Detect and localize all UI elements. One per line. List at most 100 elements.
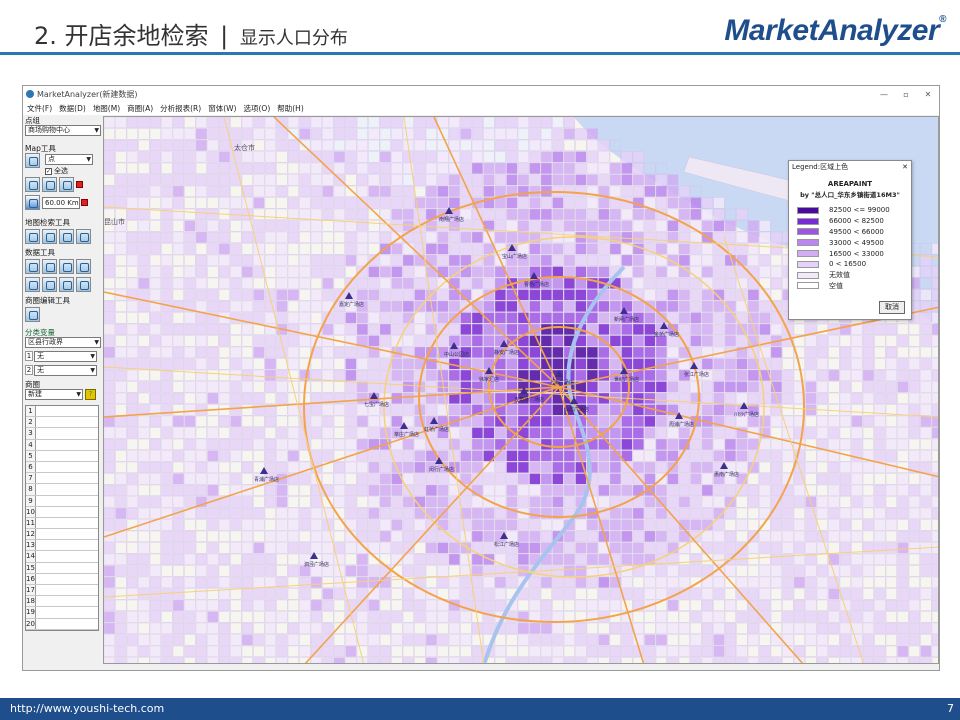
menu-options[interactable]: 选项(O) [243,102,270,115]
legend-title: Legend:区域上色 [792,163,849,171]
population-cell [402,438,414,450]
export-map-icon[interactable] [76,229,91,244]
map-view[interactable]: 太仓市 昆山市 南翔广场店 宝山广场店 曹杨广场店 新闸广场店 静安广场店 中山公园店 徐家汇店… [103,116,939,664]
legend-close-icon[interactable]: ✕ [899,161,911,174]
list-item[interactable]: 16 [26,573,98,585]
data-view-icon[interactable] [42,259,57,274]
population-cell [161,117,173,128]
measure-ruler-icon[interactable] [59,177,74,192]
population-cell [333,254,345,266]
population-cell [195,588,207,600]
list-item[interactable]: 13 [26,540,98,552]
list-item[interactable]: 11 [26,517,98,530]
category-var-select-3[interactable]: 无 ▼ [34,365,97,376]
trade-area-select[interactable]: 新建 ▼ [25,389,83,400]
point-group-select[interactable]: 商场购物中心 ▼ [25,125,101,136]
list-item[interactable]: 4 [26,439,98,451]
population-cell [264,117,276,128]
population-cell [655,197,667,209]
population-cell [402,519,414,531]
population-cell [322,599,334,611]
list-item[interactable]: 8 [26,484,98,496]
population-cell [207,576,219,588]
list-item[interactable]: 5 [26,450,98,462]
select-all-checkbox[interactable]: ✓ 全选 [45,166,68,176]
close-button[interactable]: ✕ [917,90,939,99]
data-save-icon[interactable] [76,259,91,274]
area-search-icon[interactable] [59,229,74,244]
row-number: 15 [26,562,36,573]
list-item[interactable]: 17 [26,585,98,597]
list-item[interactable]: 3 [26,428,98,440]
minimize-button[interactable]: — [873,90,895,99]
menu-data[interactable]: 数据(D) [59,102,86,115]
maximize-button[interactable]: ▫ [895,90,917,99]
population-cell [690,208,702,220]
list-item[interactable]: 14 [26,551,98,563]
pan-hand-icon[interactable] [25,177,40,192]
rectangle-select-icon[interactable] [42,177,57,192]
point-type-select[interactable]: 点 ▼ [45,154,93,165]
grid-icon[interactable] [25,277,40,292]
list-item[interactable]: 18 [26,596,98,608]
list-item[interactable]: 1 [26,406,98,418]
map-search-icon[interactable] [25,229,40,244]
population-cell [540,208,552,220]
population-cell [276,427,288,439]
population-cell [230,243,242,255]
list-item[interactable]: 2 [26,417,98,429]
population-cell [920,427,932,439]
menu-reports[interactable]: 分析报表(R) [160,102,201,115]
list-item[interactable]: 7 [26,473,98,485]
population-cell [471,507,483,519]
menu-window[interactable]: 窗体(W) [208,102,236,115]
population-cell [287,461,299,473]
pointer-arrow-icon[interactable] [25,195,40,210]
red-marker-icon[interactable] [81,199,88,206]
spreadsheet-icon[interactable] [42,277,57,292]
data-table-icon[interactable] [25,259,40,274]
footer-url[interactable]: http://www.youshi-tech.com [10,702,164,715]
red-marker-icon[interactable] [76,181,83,188]
population-cell [517,519,529,531]
list-item[interactable]: 9 [26,495,98,507]
population-cell [563,657,575,663]
distance-input[interactable]: 60.00 Km [42,197,80,209]
population-cell [598,300,610,312]
population-cell [885,346,897,358]
menu-file[interactable]: 文件(F) [27,102,52,115]
list-item[interactable]: 19 [26,607,98,619]
zoom-icon[interactable] [25,153,40,168]
help-icon[interactable]: ? [85,389,96,400]
population-cell [425,542,437,554]
population-cell [517,266,529,278]
menu-map[interactable]: 地图(M) [93,102,120,115]
menu-help[interactable]: 帮助(H) [277,102,304,115]
category-var-select-2[interactable]: 无 ▼ [34,351,97,362]
layer-search-icon[interactable] [42,229,57,244]
legend-cancel-button[interactable]: 取消 [879,301,905,314]
circle-edit-icon[interactable] [25,307,40,322]
window-titlebar[interactable]: MarketAnalyzer(新建数据) — ▫ ✕ [23,86,939,102]
data-report-icon[interactable] [59,259,74,274]
population-cell [126,588,138,600]
chart-icon[interactable] [59,277,74,292]
population-cell [483,128,495,140]
population-cell [563,588,575,600]
population-cell [621,151,633,163]
list-item[interactable]: 15 [26,562,98,574]
population-cell [759,392,771,404]
population-cell [586,542,598,554]
menu-trade-area[interactable]: 商圈(A) [127,102,153,115]
list-item[interactable]: 6 [26,461,98,474]
color-map-icon[interactable] [76,277,91,292]
population-cell [379,277,391,289]
population-cell [207,139,219,151]
legend-dialog[interactable]: Legend:区域上色 ✕ AREAPAINT by "总人口_华东乡镇街道16… [788,160,912,320]
list-item[interactable]: 10 [26,506,98,518]
population-cell [897,415,909,427]
list-item[interactable]: 12 [26,529,98,541]
category-var-select-1[interactable]: 区县行政界 ▼ [25,337,101,348]
list-item[interactable]: 20 [26,618,98,630]
legend-titlebar[interactable]: Legend:区域上色 ✕ [789,161,911,174]
